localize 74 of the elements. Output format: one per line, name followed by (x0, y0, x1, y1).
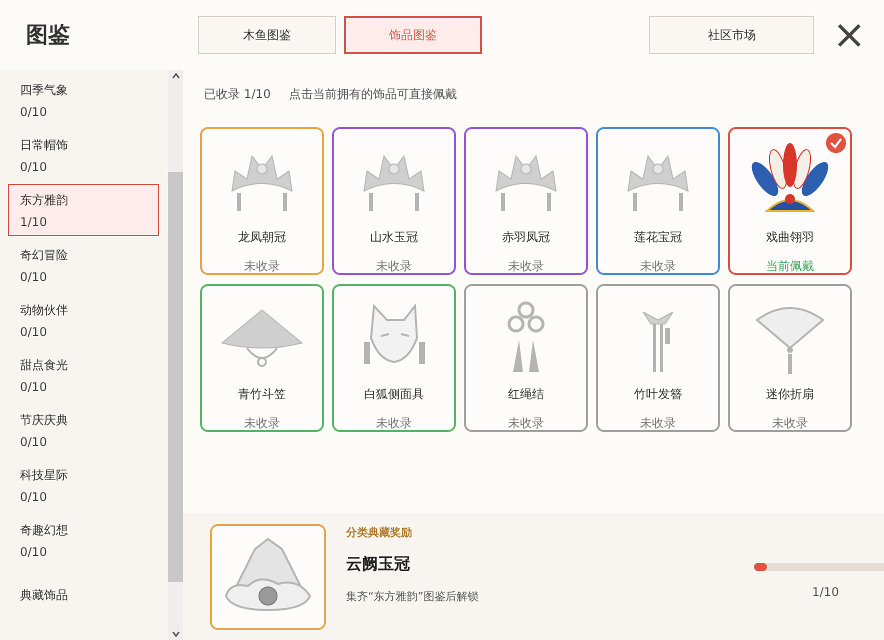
category-item[interactable]: 科技星际 0/10 (8, 459, 159, 511)
item-card[interactable]: 戏曲翎羽 当前佩戴 (728, 127, 852, 275)
category-name: 科技星际 (20, 466, 69, 484)
item-name: 迷你折扇 (766, 386, 814, 403)
item-status: 未收录 (508, 258, 544, 275)
category-count: 0/10 (20, 324, 48, 338)
item-name: 戏曲翎羽 (766, 229, 814, 246)
item-name: 白狐侧面具 (364, 386, 424, 403)
item-card[interactable]: 红绳结 未收录 (464, 284, 588, 432)
category-name: 日常帽饰 (20, 136, 69, 154)
category-name: 奇幻冒险 (20, 246, 69, 264)
category-name: 节庆庆典 (20, 412, 69, 428)
item-card[interactable]: 青竹斗笠 未收录 (200, 284, 324, 432)
item-name: 山水玉冠 (370, 229, 418, 246)
reward-label: 分类典藏奖励 (346, 525, 413, 540)
item-name: 赤羽凤冠 (502, 229, 550, 246)
market-button[interactable]: 社区市场 (649, 16, 814, 54)
item-status: 未收录 (244, 258, 280, 275)
category-name: 四季气象 (20, 82, 69, 98)
category-name: 甜点食光 (20, 356, 69, 374)
item-status: 未收录 (244, 415, 280, 432)
category-count: 1/10 (20, 214, 48, 228)
category-item[interactable]: 甜点食光 0/10 (8, 349, 159, 401)
category-name: 奇趣幻想 (20, 522, 69, 538)
item-status: 未收录 (508, 415, 544, 432)
close-button[interactable]: × (828, 15, 870, 55)
scrollbar[interactable] (168, 70, 183, 640)
item-name: 青竹斗笠 (238, 386, 286, 403)
scroll-down-icon[interactable] (172, 631, 180, 637)
hint-text: 点击当前拥有的饰品可直接佩戴 (288, 86, 457, 103)
progress-text: 1/10 (812, 585, 840, 599)
item-card[interactable]: 竹叶发簪 未收录 (596, 284, 720, 432)
item-name: 竹叶发簪 (634, 386, 682, 403)
collected-count: 已收录 1/10 (204, 86, 271, 103)
item-card[interactable]: 龙凤朝冠 未收录 (200, 127, 324, 275)
item-status: 未收录 (640, 415, 676, 432)
item-name: 龙凤朝冠 (238, 229, 286, 246)
tab[interactable]: 木鱼图鉴 (198, 16, 336, 54)
category-item[interactable]: 奇幻冒险 0/10 (8, 239, 159, 291)
category-name: 东方雅韵 (20, 192, 69, 208)
category-item[interactable]: 日常帽饰 0/10 (8, 129, 159, 181)
item-status: 未收录 (640, 258, 676, 275)
item-status: 未收录 (772, 415, 808, 432)
item-card[interactable]: 赤羽凤冠 未收录 (464, 127, 588, 275)
category-name: 典藏饰品 (20, 586, 69, 604)
scroll-thumb[interactable] (168, 172, 183, 582)
item-card[interactable]: 莲花宝冠 未收录 (596, 127, 720, 275)
category-item[interactable]: 四季气象 0/10 (8, 74, 159, 126)
item-status: 未收录 (376, 258, 412, 275)
category-count: 0/10 (20, 270, 48, 284)
category-item[interactable]: 典藏饰品 (8, 569, 159, 621)
item-name: 红绳结 (508, 386, 544, 403)
item-name: 莲花宝冠 (634, 229, 682, 246)
category-item[interactable]: 节庆庆典 0/10 (8, 404, 159, 456)
category-count: 0/10 (20, 104, 48, 118)
item-status: 当前佩戴 (766, 258, 814, 275)
category-count: 0/10 (20, 380, 48, 394)
check-icon (826, 133, 846, 153)
category-count: 0/10 (20, 490, 48, 504)
category-item[interactable]: 奇趣幻想 0/10 (8, 514, 159, 566)
item-card[interactable]: 山水玉冠 未收录 (332, 127, 456, 275)
category-name: 动物伙伴 (20, 302, 69, 318)
item-card[interactable]: 白狐侧面具 未收录 (332, 284, 456, 432)
item-card[interactable]: 迷你折扇 未收录 (728, 284, 852, 432)
item-status: 未收录 (376, 415, 412, 432)
page-title: 图鉴 (26, 22, 71, 50)
reward-condition: 集齐“东方雅韵”图鉴后解锁 (346, 589, 480, 604)
category-count: 0/10 (20, 544, 48, 558)
category-count: 0/10 (20, 434, 48, 448)
category-item[interactable]: 动物伙伴 0/10 (8, 294, 159, 346)
category-count: 0/10 (20, 160, 48, 174)
category-item[interactable]: 东方雅韵 1/10 (8, 184, 159, 236)
reward-name: 云阙玉冠 (346, 554, 411, 575)
scroll-up-icon[interactable] (172, 73, 180, 79)
